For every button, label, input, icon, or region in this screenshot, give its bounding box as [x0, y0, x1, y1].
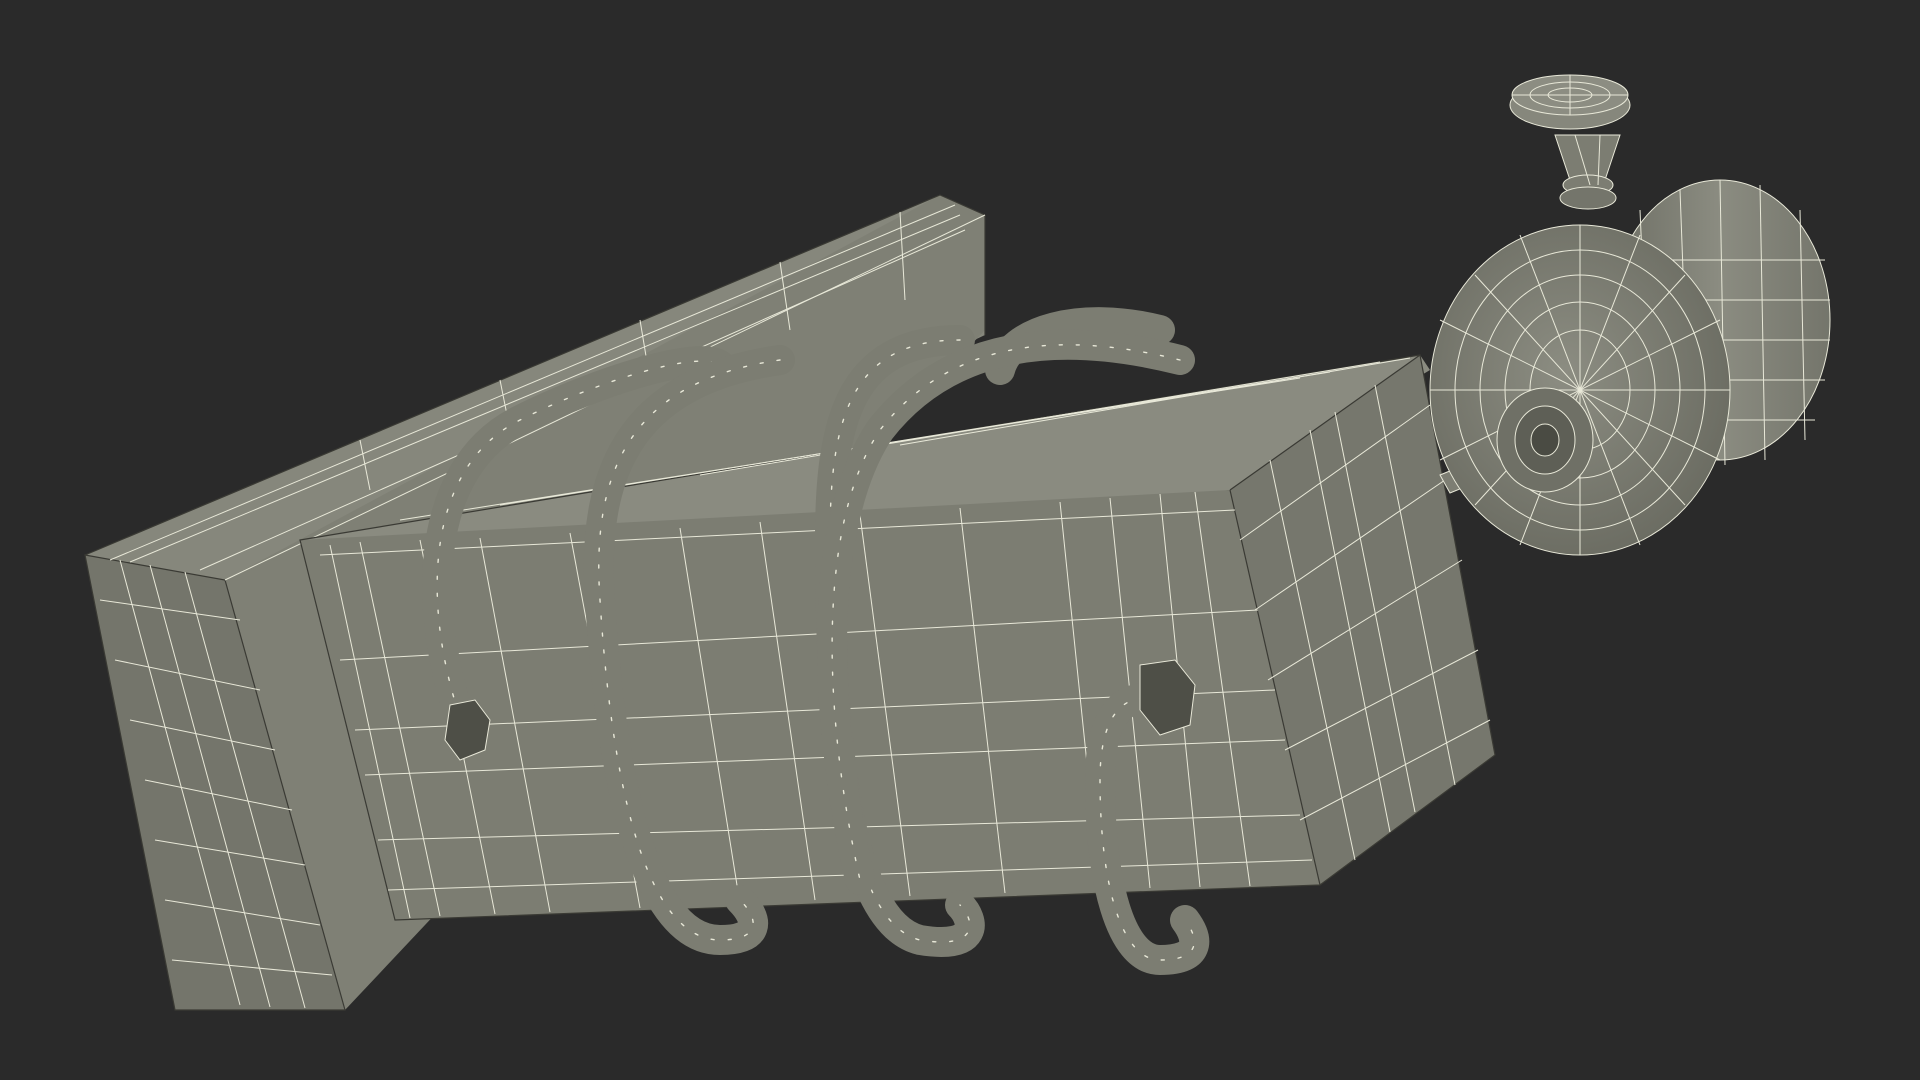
valve-handle	[1509, 74, 1631, 210]
knob-housing	[1429, 179, 1831, 556]
wireframe-render	[84, 74, 1831, 1011]
render-viewport	[0, 0, 1920, 1080]
